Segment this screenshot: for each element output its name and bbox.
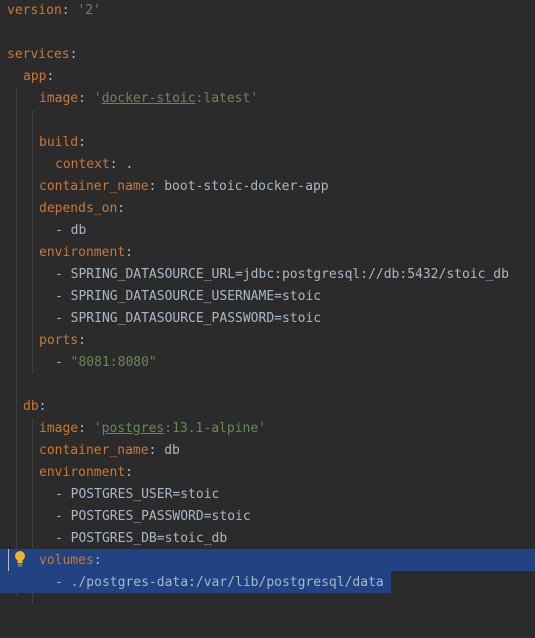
yaml-value: db <box>164 443 180 458</box>
code-line: db: <box>0 396 535 418</box>
yaml-list-value: POSTGRES_USER=stoic <box>70 487 220 502</box>
code-line: container_name: boot-stoic-docker-app <box>0 176 535 198</box>
code-line: - POSTGRES_DB=stoic_db <box>0 528 535 550</box>
yaml-key: db <box>23 399 39 414</box>
code-editor[interactable]: version: '2' services: app: image: 'dock… <box>0 0 535 605</box>
yaml-list-dash: - <box>55 487 71 502</box>
code-line-selected: volumes: <box>0 550 535 572</box>
yaml-list-value: db <box>70 223 87 238</box>
code-line: depends_on: <box>0 198 535 220</box>
yaml-colon: : <box>69 47 78 62</box>
yaml-key: ports <box>39 333 79 348</box>
yaml-key: image <box>39 91 79 106</box>
yaml-key: build <box>39 135 79 150</box>
code-line: context: . <box>0 154 535 176</box>
yaml-list-dash: - <box>55 267 71 282</box>
yaml-list-value: SPRING_DATASOURCE_USERNAME=stoic <box>70 289 322 304</box>
code-line: - POSTGRES_PASSWORD=stoic <box>0 506 535 528</box>
yaml-list-dash: - <box>55 531 71 546</box>
yaml-list-dash: - <box>55 223 71 238</box>
lightbulb-icon[interactable] <box>14 550 26 568</box>
code-line: - db <box>0 220 535 242</box>
image-name-link[interactable]: docker-stoic <box>102 91 196 106</box>
code-line: - SPRING_DATASOURCE_USERNAME=stoic <box>0 286 535 308</box>
yaml-key: context <box>55 157 110 172</box>
yaml-string-value: "8081:8080" <box>70 355 157 370</box>
code-line: - SPRING_DATASOURCE_URL=jdbc:postgresql:… <box>0 264 535 286</box>
code-line: app: <box>0 66 535 88</box>
yaml-colon: : <box>109 157 126 172</box>
code-line: ports: <box>0 330 535 352</box>
code-line: environment: <box>0 242 535 264</box>
yaml-key: depends_on <box>39 201 118 216</box>
yaml-colon: : <box>46 69 55 84</box>
yaml-colon: : <box>78 135 86 150</box>
yaml-list-dash: - <box>55 289 71 304</box>
yaml-key: environment <box>39 465 126 480</box>
image-name-link[interactable]: postgres <box>102 421 165 436</box>
yaml-colon: : <box>148 179 165 194</box>
code-line: container_name: db <box>0 440 535 462</box>
code-line: services: <box>0 44 535 66</box>
yaml-string-value: '2' <box>77 3 101 18</box>
yaml-value: . <box>125 157 134 172</box>
code-line: - SPRING_DATASOURCE_PASSWORD=stoic <box>0 308 535 330</box>
yaml-colon: : <box>61 3 78 18</box>
yaml-list-dash: - <box>55 575 71 590</box>
yaml-colon: : <box>148 443 165 458</box>
yaml-colon: : <box>78 91 94 106</box>
yaml-key: container_name <box>39 179 149 194</box>
yaml-string-quote: ' <box>93 91 102 106</box>
code-line: image: 'docker-stoic:latest' <box>0 88 535 110</box>
code-line: build: <box>0 132 535 154</box>
yaml-key: app <box>23 69 47 84</box>
yaml-string-value: :13.1-alpine' <box>164 421 266 436</box>
yaml-key: image <box>39 421 79 436</box>
yaml-list-dash: - <box>55 311 71 326</box>
yaml-key: volumes <box>39 553 94 568</box>
code-line-selected: - ./postgres-data:/var/lib/postgresql/da… <box>0 572 535 594</box>
yaml-colon: : <box>117 201 126 216</box>
yaml-list-value: SPRING_DATASOURCE_PASSWORD=stoic <box>70 311 322 326</box>
yaml-list-value: POSTGRES_PASSWORD=stoic <box>70 509 251 524</box>
yaml-colon: : <box>93 553 102 568</box>
yaml-colon: : <box>78 333 86 348</box>
yaml-colon: : <box>38 399 47 414</box>
yaml-value: boot-stoic-docker-app <box>164 179 329 194</box>
code-line: - POSTGRES_USER=stoic <box>0 484 535 506</box>
yaml-string-quote: ' <box>93 421 102 436</box>
yaml-key: environment <box>39 245 126 260</box>
code-line: - "8081:8080" <box>0 352 535 374</box>
yaml-key: version <box>7 3 62 18</box>
yaml-key: services <box>7 47 70 62</box>
yaml-list-dash: - <box>55 509 71 524</box>
yaml-colon: : <box>125 245 133 260</box>
yaml-key: container_name <box>39 443 149 458</box>
code-line: version: '2' <box>0 0 535 22</box>
yaml-list-dash: - <box>55 355 71 370</box>
yaml-list-value: POSTGRES_DB=stoic_db <box>70 531 228 546</box>
code-line: environment: <box>0 462 535 484</box>
yaml-string-value: :latest' <box>195 91 259 106</box>
yaml-list-value: ./postgres-data:/var/lib/postgresql/data <box>70 575 384 590</box>
yaml-colon: : <box>125 465 133 480</box>
yaml-colon: : <box>78 421 94 436</box>
yaml-list-value: SPRING_DATASOURCE_URL=jdbc:postgresql://… <box>70 267 509 282</box>
code-line: image: 'postgres:13.1-alpine' <box>0 418 535 440</box>
